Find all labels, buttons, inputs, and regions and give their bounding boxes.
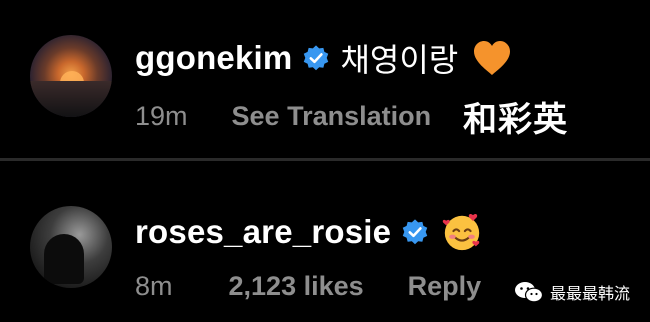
reply-button[interactable]: Reply [408,271,482,302]
username[interactable]: ggonekim [135,39,292,77]
comment-header: roses_are_rosie [135,210,483,254]
comment-text: 채영이랑 [340,41,459,79]
comment-timestamp: 8m [135,270,173,301]
orange-heart-icon [474,41,511,75]
avatar[interactable] [30,206,112,288]
comment-header: ggonekim 채영이랑 [135,36,512,80]
watermark-text: 最最最韩流 [549,284,630,303]
comment-meta: 8m 2,123 likes Reply [135,266,481,306]
avatar[interactable] [30,35,112,117]
see-translation-link[interactable]: See Translation [232,101,432,132]
verified-badge-icon [304,45,329,71]
likes-count[interactable]: 2,123 likes [229,271,364,302]
username[interactable]: roses_are_rosie [135,213,391,251]
watermark: 最最最韩流 [514,280,630,304]
overlay-caption: 和彩英 [463,100,568,140]
sunset-horizon-decoration [30,81,112,117]
verified-badge-icon [402,219,428,245]
comment-item-1: ggonekim 채영이랑 19m See Translation 和彩英 [0,0,650,160]
wechat-icon [514,282,544,303]
comment-meta: 19m See Translation [135,96,431,136]
portrait-silhouette-decoration [44,234,84,284]
comment-timestamp: 19m [135,100,188,131]
smiling-face-with-hearts-icon [443,213,480,251]
